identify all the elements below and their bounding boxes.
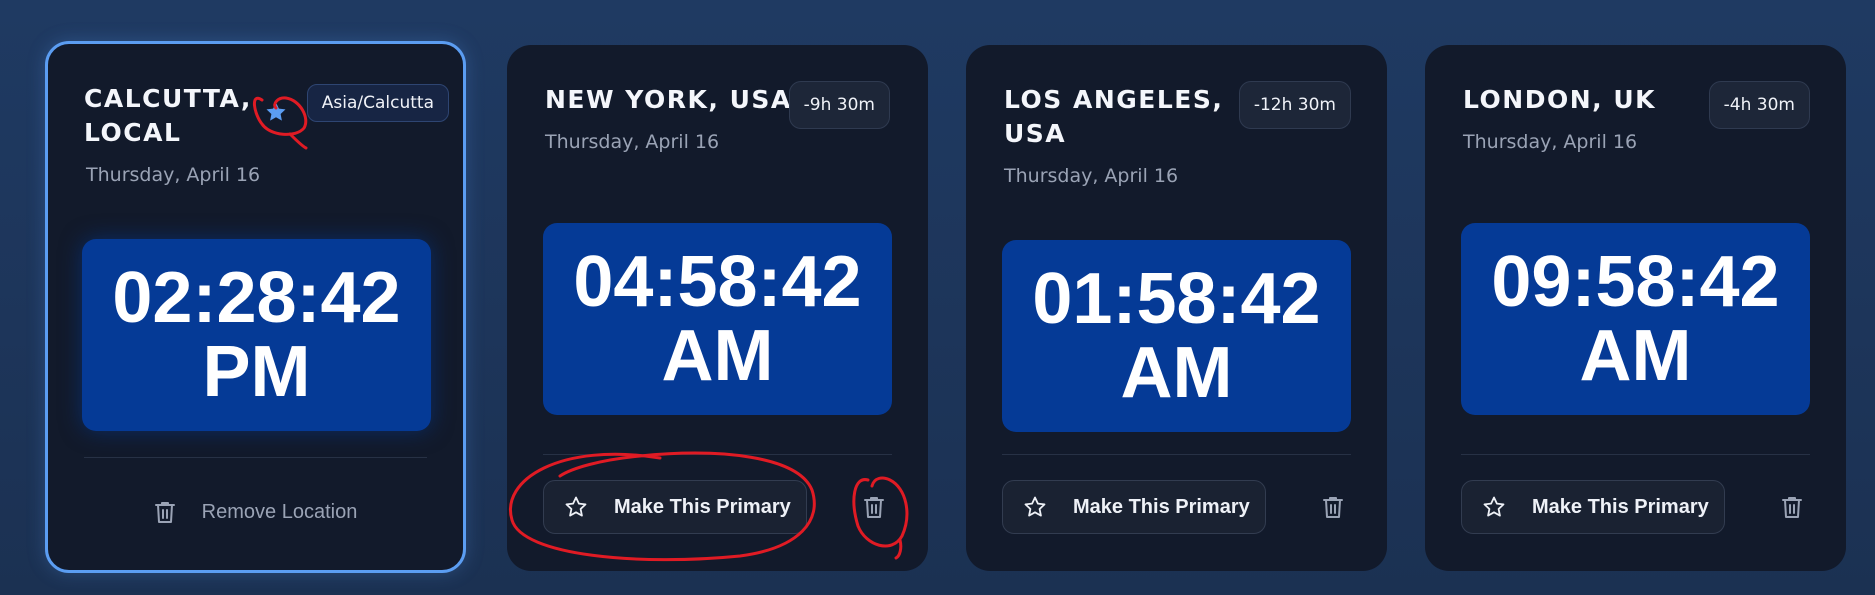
clock-card-los-angeles: LOS ANGELES, USA -12h 30m Thursday, Apri… (966, 45, 1387, 571)
clock-card-london: LONDON, UK -4h 30m Thursday, April 16 09… (1425, 45, 1846, 571)
time-offset-badge: -9h 30m (788, 81, 890, 129)
clock-card-calcutta: CALCUTTA, LOCAL Asia/Calcutta Thursday, … (45, 41, 466, 573)
clock-display: 01:58:42 AM (1002, 240, 1351, 432)
time-offset-badge: -4h 30m (1708, 81, 1810, 129)
delete-location-button[interactable] (1774, 489, 1810, 525)
city-name-line1: CALCUTTA, (84, 84, 252, 113)
card-divider (1461, 454, 1810, 455)
clock-display: 02:28:42 PM (82, 239, 431, 431)
make-primary-label: Make This Primary (614, 495, 791, 518)
trash-icon (864, 497, 884, 518)
city-name-line1: LOS ANGELES, (1004, 85, 1224, 114)
star-outline-icon (564, 495, 588, 519)
make-primary-button[interactable]: Make This Primary (1002, 480, 1266, 534)
city-name-line1: NEW YORK, USA (545, 85, 792, 114)
date-label: Thursday, April 16 (1004, 165, 1179, 187)
trash-icon (1323, 497, 1343, 518)
clock-period: AM (1120, 333, 1233, 413)
remove-location-label: Remove Location (201, 500, 358, 523)
city-name-line1: LONDON, UK (1463, 85, 1657, 114)
make-primary-button[interactable]: Make This Primary (1461, 480, 1725, 534)
clock-display: 09:58:42 AM (1461, 223, 1810, 415)
city-name: LONDON, UK (1463, 83, 1703, 117)
date-label: Thursday, April 16 (1463, 131, 1638, 153)
star-outline-icon (1482, 495, 1506, 519)
timezone-badge: Asia/Calcutta (306, 84, 449, 122)
trash-icon (1782, 497, 1802, 518)
delete-location-button[interactable] (856, 489, 892, 525)
make-primary-label: Make This Primary (1073, 495, 1250, 518)
date-label: Thursday, April 16 (86, 164, 261, 186)
clock-display: 04:58:42 AM (543, 223, 892, 415)
clock-time: 02:28:42 (112, 258, 401, 338)
clock-card-new-york: NEW YORK, USA -9h 30m Thursday, April 16… (507, 45, 928, 571)
clock-time: 04:58:42 (573, 242, 862, 322)
card-divider (1002, 454, 1351, 455)
card-divider (84, 457, 427, 458)
clock-time: 09:58:42 (1491, 242, 1780, 322)
time-offset-badge: -12h 30m (1238, 81, 1351, 129)
clock-period: PM (202, 332, 311, 412)
city-name: CALCUTTA, LOCAL (84, 82, 324, 150)
city-name-line2: LOCAL (84, 118, 182, 147)
star-outline-icon (1023, 495, 1047, 519)
clock-period: AM (1579, 316, 1692, 396)
clock-time: 01:58:42 (1032, 259, 1321, 339)
city-name-line2: USA (1004, 119, 1067, 148)
primary-star-icon (264, 100, 288, 128)
trash-icon (154, 500, 176, 524)
city-name: LOS ANGELES, USA (1004, 83, 1244, 151)
make-primary-button[interactable]: Make This Primary (543, 480, 807, 534)
card-divider (543, 454, 892, 455)
delete-location-button[interactable] (1315, 489, 1351, 525)
clock-period: AM (661, 316, 774, 396)
remove-location-button[interactable]: Remove Location (48, 492, 463, 532)
make-primary-label: Make This Primary (1532, 495, 1709, 518)
city-name: NEW YORK, USA (545, 83, 805, 117)
date-label: Thursday, April 16 (545, 131, 720, 153)
